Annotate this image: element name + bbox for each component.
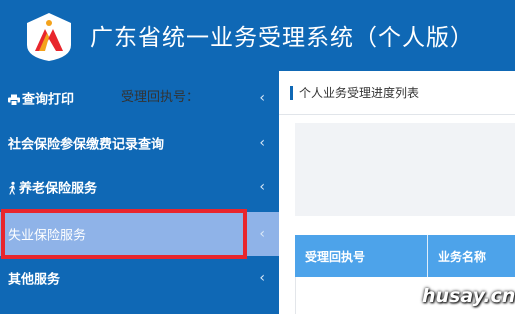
chevron-left-icon: ‹ (259, 90, 265, 106)
content-header: 个人业务受理进度列表 (279, 71, 515, 115)
sidebar-item-insurance-record[interactable]: 社会保险参保缴费记录查询 ‹ (0, 121, 279, 165)
sidebar-item-text: 养老保险服务 (19, 181, 98, 197)
chevron-left-icon: ‹ (259, 270, 265, 286)
receipt-no-label: 受理回执号： (121, 90, 200, 105)
column-header-receipt-no[interactable]: 受理回执号 (305, 248, 365, 265)
sidebar-item-unemployment[interactable]: 失业保险服务 ‹ (0, 212, 279, 256)
sidebar-item-other-services[interactable]: 其他服务 ‹ (0, 256, 279, 300)
app-header: 广东省统一业务受理系统（个人版） (0, 0, 515, 71)
walking-person-icon (9, 181, 15, 195)
sidebar-item-pension[interactable]: 养老保险服务 ‹ (0, 165, 279, 209)
sidebar-item-label: 失业保险服务 (8, 228, 87, 244)
sidebar-item-label: 养老保险服务 (8, 178, 97, 197)
sidebar-item-label: 社会保险参保缴费记录查询 (8, 137, 165, 153)
page-title: 个人业务受理进度列表 (299, 86, 420, 100)
column-divider (427, 235, 428, 277)
app-logo (27, 13, 71, 61)
watermark: husay.cn (422, 285, 515, 307)
search-panel (295, 123, 515, 216)
printer-icon (8, 94, 20, 106)
sidebar-item-text: 查询打印 (22, 92, 75, 108)
sidebar-item-label: 查询打印 (8, 89, 74, 108)
main-content: 个人业务受理进度列表 受理回执号 业务名称 (279, 71, 515, 314)
sidebar: 查询打印 ‹ 社会保险参保缴费记录查询 ‹ 养老保险服务 ‹ 失业保险服务 ‹ … (0, 71, 279, 314)
app-title: 广东省统一业务受理系统（个人版） (90, 25, 474, 51)
chevron-left-icon: ‹ (259, 226, 265, 242)
column-header-business-name[interactable]: 业务名称 (438, 248, 486, 265)
chevron-left-icon: ‹ (259, 179, 265, 195)
chevron-left-icon: ‹ (259, 135, 265, 151)
table-header: 受理回执号 业务名称 (295, 235, 515, 277)
sidebar-item-label: 其他服务 (8, 272, 61, 288)
title-accent-bar (290, 86, 293, 100)
